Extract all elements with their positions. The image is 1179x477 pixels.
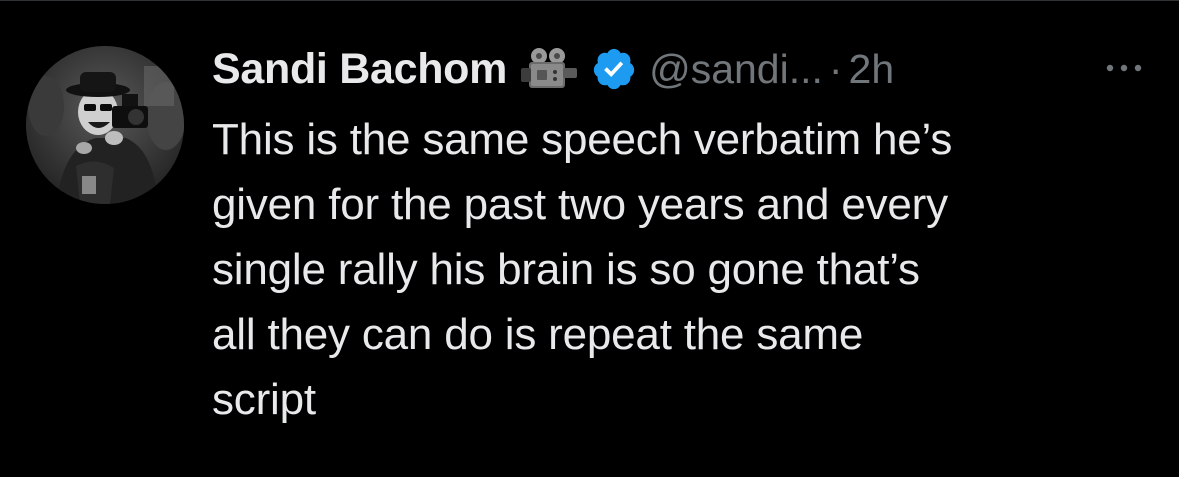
avatar[interactable] — [26, 46, 184, 204]
top-divider — [0, 0, 1179, 1]
post-timestamp[interactable]: 2h — [849, 46, 895, 93]
meta-separator: · — [828, 45, 843, 92]
verified-badge-icon[interactable] — [591, 46, 637, 92]
more-options-icon[interactable] — [1100, 56, 1148, 80]
author-display-name[interactable]: Sandi Bachom — [212, 45, 507, 94]
author-handle[interactable]: @sandi... — [649, 46, 823, 93]
post-header: Sandi Bachom @sandi... · 2h — [212, 38, 894, 100]
video-camera-icon — [519, 46, 581, 92]
post-text: This is the same speech verbatim he’s gi… — [212, 115, 953, 424]
